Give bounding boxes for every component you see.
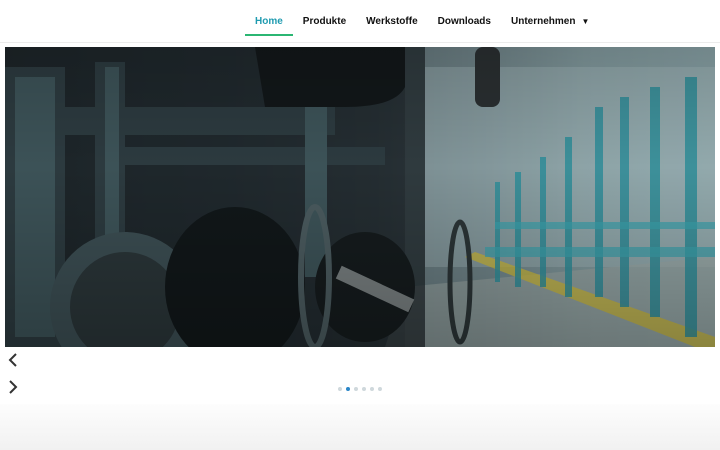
slider-dot[interactable] <box>362 387 366 391</box>
chevron-right-icon <box>9 380 18 394</box>
nav-item-downloads[interactable]: Downloads <box>428 0 501 42</box>
nav-item-downloads-label: Downloads <box>437 15 491 27</box>
nav-item-home-label: Home <box>255 15 283 27</box>
section-background-fade <box>0 404 720 450</box>
slider-dot[interactable] <box>370 387 374 391</box>
hero-dark-overlay <box>5 47 715 347</box>
chevron-left-icon <box>8 353 17 367</box>
slider-prev-button[interactable] <box>6 351 20 369</box>
slider-dot[interactable] <box>338 387 342 391</box>
slider-dot-active[interactable] <box>346 387 350 391</box>
slider-dot[interactable] <box>378 387 382 391</box>
nav-item-unternehmen-label: Unternehmen <box>510 15 576 27</box>
nav-item-unternehmen[interactable]: Unternehmen ▼ <box>501 0 599 42</box>
nav-item-home[interactable]: Home <box>245 0 293 42</box>
slider-next-button[interactable] <box>6 378 20 396</box>
nav-item-werkstoffe-label: Werkstoffe <box>366 15 418 27</box>
top-navbar: Home Produkte Werkstoffe Downloads Unter… <box>0 0 720 43</box>
active-underline <box>245 34 293 36</box>
slider-dot[interactable] <box>354 387 358 391</box>
nav-item-produkte-label: Produkte <box>302 15 347 27</box>
caret-down-icon: ▼ <box>581 16 590 26</box>
main-navigation: Home Produkte Werkstoffe Downloads Unter… <box>245 0 599 42</box>
slider-pagination <box>338 387 382 391</box>
hero-slider-image <box>5 47 715 347</box>
nav-item-produkte[interactable]: Produkte <box>293 0 356 42</box>
nav-item-werkstoffe[interactable]: Werkstoffe <box>356 0 428 42</box>
